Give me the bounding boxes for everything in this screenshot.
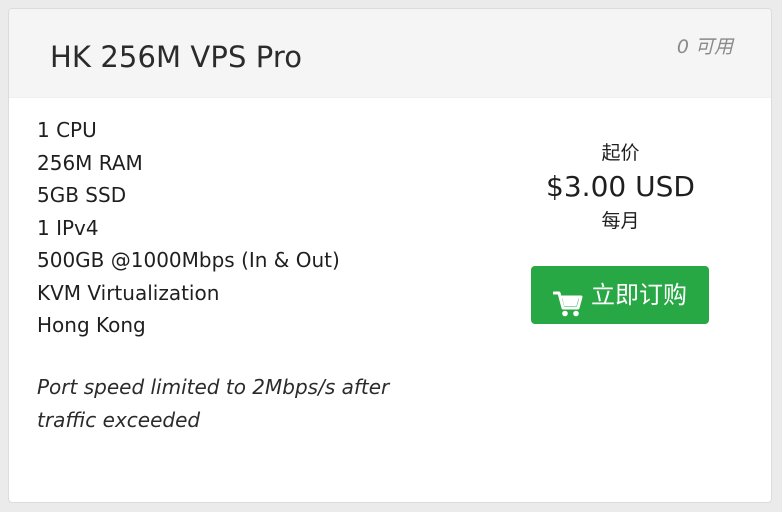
- price-amount: $3.00 USD: [546, 170, 695, 203]
- shopping-cart-icon: [552, 281, 583, 317]
- availability-label: 0 可用: [676, 36, 733, 58]
- product-card: HK 256M VPS Pro 0 可用 1 CPU 256M RAM 5GB …: [8, 8, 772, 503]
- order-now-label: 立即订购: [591, 281, 687, 309]
- billing-cycle: 每月: [601, 210, 640, 232]
- feature-item: 256M RAM: [37, 150, 143, 175]
- feature-list: 1 CPU 256M RAM 5GB SSD 1 IPv4 500GB @100…: [37, 114, 340, 342]
- product-title: HK 256M VPS Pro: [50, 40, 303, 74]
- feature-item: Hong Kong: [37, 313, 146, 337]
- feature-item: 500GB @1000Mbps (In & Out): [37, 248, 340, 272]
- product-header: HK 256M VPS Pro 0 可用: [9, 9, 771, 98]
- order-now-button[interactable]: 立即订购: [531, 266, 709, 324]
- price-from-label: 起价: [601, 142, 640, 164]
- feature-item: KVM Virtualization: [37, 280, 220, 305]
- feature-item: 5GB SSD: [37, 183, 127, 207]
- feature-item: 1 IPv4: [37, 215, 99, 240]
- pricing-block: 起价 $3.00 USD 每月: [479, 139, 762, 235]
- feature-item: 1 CPU: [37, 118, 97, 142]
- traffic-note: Port speed limited to 2Mbps/s after traf…: [37, 375, 390, 432]
